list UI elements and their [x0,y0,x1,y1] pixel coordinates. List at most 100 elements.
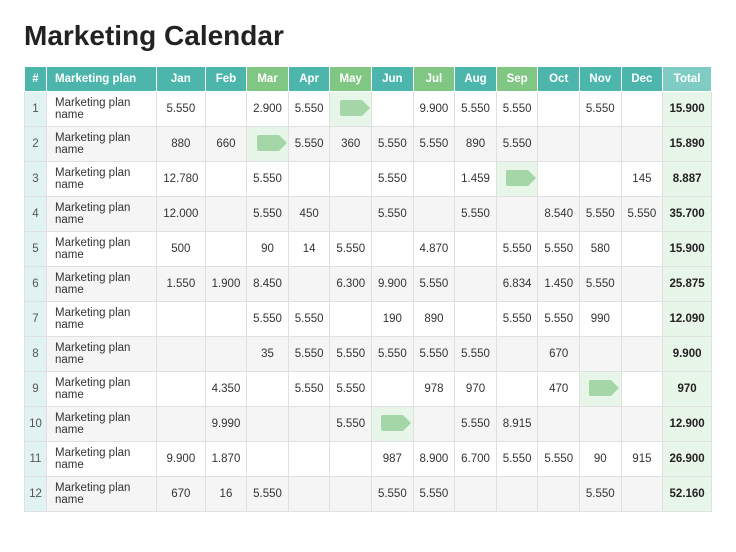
cell-aug [455,232,497,267]
cell-sep: 5.550 [496,232,538,267]
table-row: 9Marketing plan name4.3505.5505.55097897… [25,372,712,407]
row-num: 9 [25,372,47,407]
cell-mar: 35 [247,337,289,372]
cell-feb: 4.350 [205,372,247,407]
cell-jun: 5.550 [372,477,414,512]
row-num: 6 [25,267,47,302]
col-header-feb: Feb [205,67,247,92]
cell-sep: 6.834 [496,267,538,302]
row-total: 12.090 [663,302,712,337]
cell-nov [580,162,622,197]
cell-apr [288,477,330,512]
table-row: 7Marketing plan name5.5505.5501908905.55… [25,302,712,337]
cell-apr: 5.550 [288,92,330,127]
cell-may [330,302,372,337]
cell-oct [538,477,580,512]
cell-oct [538,127,580,162]
cell-aug: 5.550 [455,92,497,127]
row-total: 8.887 [663,162,712,197]
cell-jun: 987 [372,442,414,477]
cell-feb [205,232,247,267]
cell-jul: 4.870 [413,232,455,267]
row-plan-name: Marketing plan name [47,477,157,512]
cell-oct: 5.550 [538,302,580,337]
cell-sep [496,372,538,407]
col-header-dec: Dec [621,67,663,92]
cell-mar: 5.550 [247,197,289,232]
row-total: 970 [663,372,712,407]
cell-jun: 5.550 [372,162,414,197]
row-num: 12 [25,477,47,512]
cell-oct: 470 [538,372,580,407]
col-header-apr: Apr [288,67,330,92]
cell-jul: 5.550 [413,127,455,162]
cell-jul: 5.550 [413,267,455,302]
cell-feb: 9.990 [205,407,247,442]
cell-jan [157,372,206,407]
cell-jan: 9.900 [157,442,206,477]
cell-jun: 190 [372,302,414,337]
col-header-sep: Sep [496,67,538,92]
cell-jan: 500 [157,232,206,267]
cell-jul [413,162,455,197]
cell-oct: 1.450 [538,267,580,302]
row-plan-name: Marketing plan name [47,337,157,372]
cell-apr: 14 [288,232,330,267]
cell-jan: 12.780 [157,162,206,197]
cell-dec: 145 [621,162,663,197]
cell-nov: 90 [580,442,622,477]
cell-mar: 5.550 [247,477,289,512]
cell-mar [247,127,289,162]
col-header-nov: Nov [580,67,622,92]
cell-mar [247,442,289,477]
cell-jul: 9.900 [413,92,455,127]
cell-may: 6.300 [330,267,372,302]
cell-oct [538,407,580,442]
cell-may [330,442,372,477]
cell-apr [288,162,330,197]
cell-apr: 450 [288,197,330,232]
cell-aug: 1.459 [455,162,497,197]
cell-nov: 5.550 [580,477,622,512]
cell-aug: 5.550 [455,197,497,232]
row-total: 9.900 [663,337,712,372]
row-plan-name: Marketing plan name [47,162,157,197]
cell-jul [413,407,455,442]
cell-jul: 978 [413,372,455,407]
cell-sep: 5.550 [496,127,538,162]
cell-jun: 9.900 [372,267,414,302]
cell-oct: 5.550 [538,442,580,477]
cell-apr: 5.550 [288,372,330,407]
cell-nov: 5.550 [580,92,622,127]
cell-apr: 5.550 [288,127,330,162]
cell-may [330,197,372,232]
cell-sep [496,337,538,372]
col-header-plan: Marketing plan [47,67,157,92]
cell-feb: 1.870 [205,442,247,477]
cell-aug [455,477,497,512]
row-total: 26.900 [663,442,712,477]
cell-jan: 880 [157,127,206,162]
col-header-oct: Oct [538,67,580,92]
cell-jun: 5.550 [372,337,414,372]
marketing-calendar-table: # Marketing plan Jan Feb Mar Apr May Jun… [24,66,712,512]
cell-aug: 5.550 [455,407,497,442]
row-total: 15.900 [663,92,712,127]
cell-nov [580,407,622,442]
row-total: 15.890 [663,127,712,162]
row-plan-name: Marketing plan name [47,302,157,337]
table-row: 4Marketing plan name12.0005.5504505.5505… [25,197,712,232]
cell-may: 5.550 [330,232,372,267]
cell-feb: 1.900 [205,267,247,302]
row-num: 5 [25,232,47,267]
cell-feb [205,337,247,372]
cell-dec [621,337,663,372]
cell-mar: 2.900 [247,92,289,127]
cell-apr: 5.550 [288,302,330,337]
row-total: 12.900 [663,407,712,442]
cell-dec [621,302,663,337]
cell-feb [205,302,247,337]
cell-oct: 670 [538,337,580,372]
col-header-num: # [25,67,47,92]
cell-apr [288,442,330,477]
